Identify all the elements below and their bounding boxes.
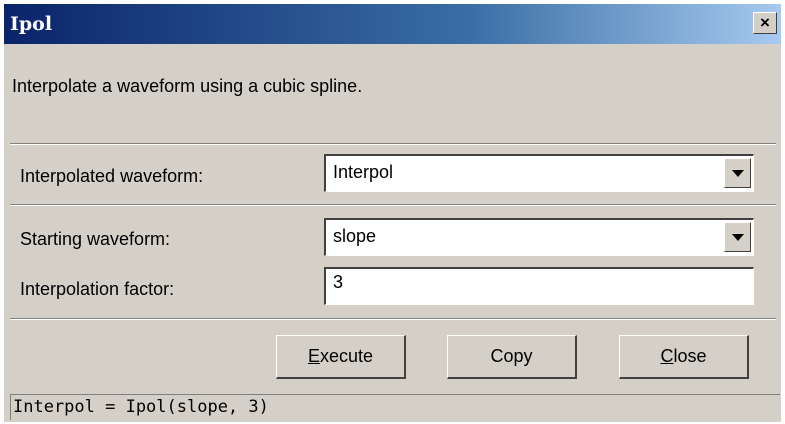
command-line: Interpol = Ipol(slope, 3): [10, 394, 780, 420]
interpolated-waveform-label: Interpolated waveform:: [20, 166, 204, 186]
close-icon[interactable]: ×: [753, 12, 777, 34]
title-bar[interactable]: Ipol ×: [4, 4, 781, 44]
starting-waveform-combobox[interactable]: slope: [324, 218, 754, 256]
interpolation-factor-label: Interpolation factor:: [20, 279, 175, 299]
starting-waveform-value: slope: [333, 226, 377, 246]
description-text: Interpolate a waveform using a cubic spl…: [12, 76, 363, 96]
ipol-dialog: Ipol × Interpolate a waveform using a cu…: [4, 4, 781, 422]
close-mnemonic: C: [660, 346, 674, 366]
interpolated-waveform-combobox[interactable]: Interpol: [324, 154, 754, 192]
divider: [10, 143, 776, 145]
chevron-down-icon[interactable]: [724, 158, 751, 188]
interpolation-factor-value: 3: [333, 272, 344, 292]
divider: [10, 318, 776, 320]
starting-waveform-label: Starting waveform:: [20, 229, 171, 249]
copy-button[interactable]: Copy: [447, 335, 577, 379]
chevron-down-icon[interactable]: [724, 222, 751, 252]
copy-label: Copy: [490, 346, 533, 366]
divider: [10, 204, 776, 206]
interpolation-factor-input[interactable]: 3: [324, 267, 754, 305]
window-title: Ipol: [10, 13, 53, 35]
execute-label-rest: xecute: [319, 346, 374, 366]
close-label-rest: lose: [673, 346, 707, 366]
execute-button[interactable]: Execute: [276, 335, 406, 379]
close-button[interactable]: Close: [619, 335, 749, 379]
execute-mnemonic: E: [307, 346, 320, 366]
interpolated-waveform-value: Interpol: [333, 162, 394, 182]
